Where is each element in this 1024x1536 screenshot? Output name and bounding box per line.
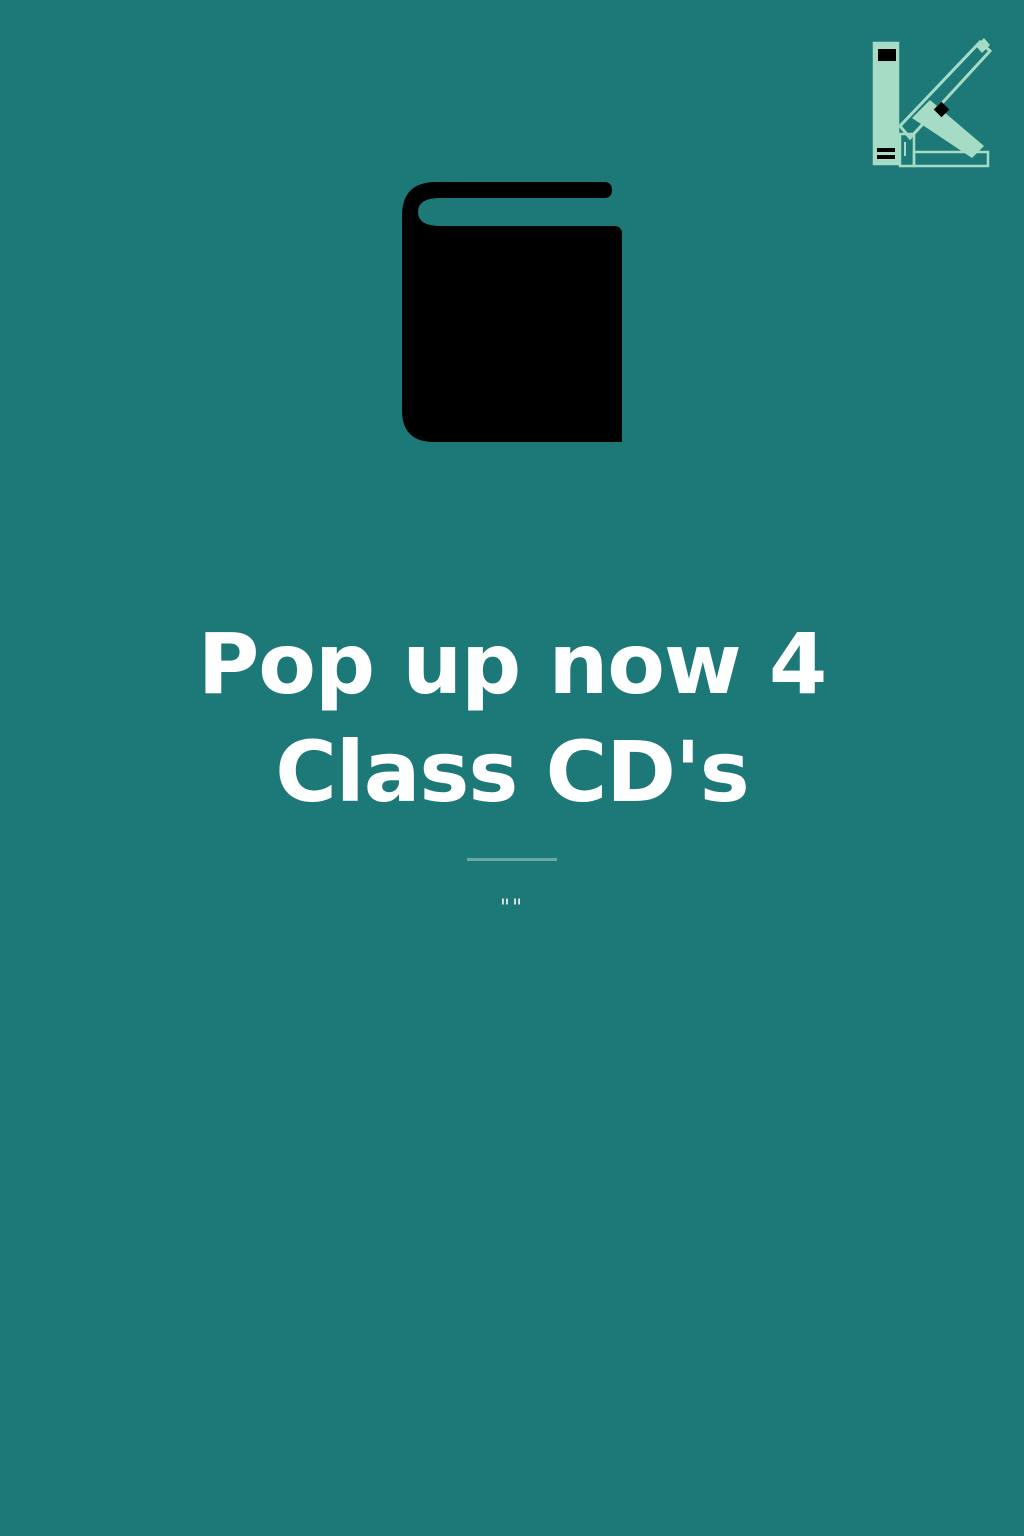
bookshelf-k-logo-icon [871,38,993,168]
book-icon [402,182,622,442]
book-cover: Pop up now 4 Class CD's "" [0,0,1024,1536]
book-title: Pop up now 4 Class CD's [197,615,828,821]
title-divider [467,858,557,861]
book-subtitle: "" [499,896,525,921]
